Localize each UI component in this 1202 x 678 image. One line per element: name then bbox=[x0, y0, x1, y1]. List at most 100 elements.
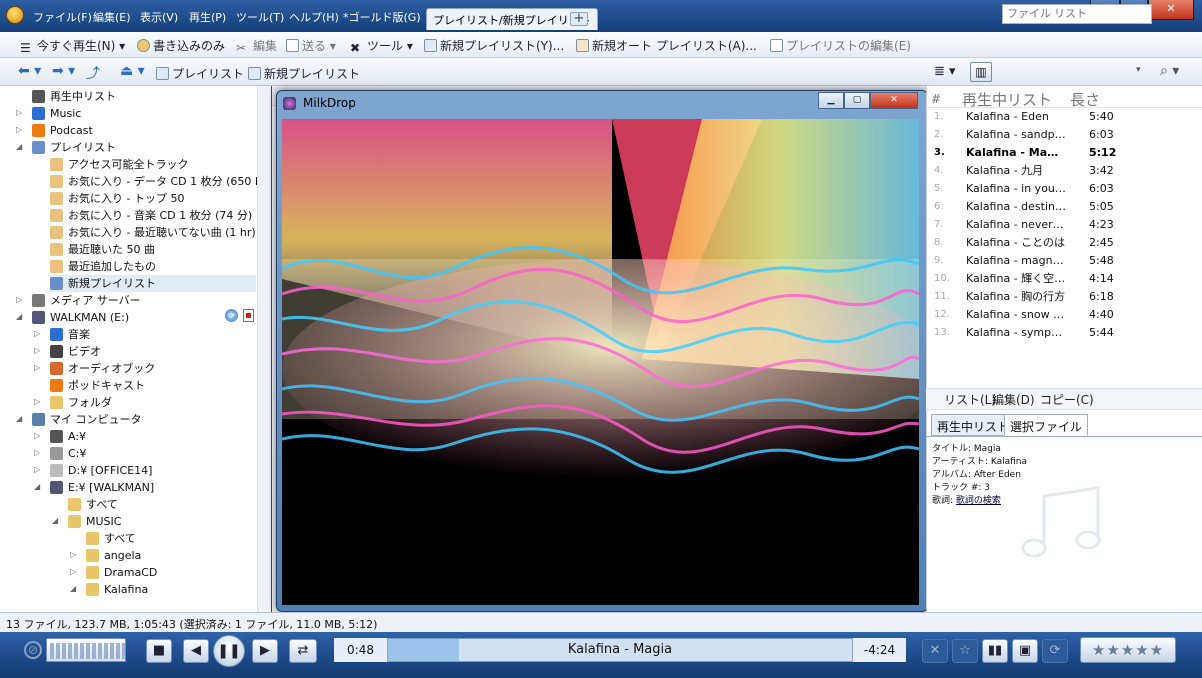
tree-item[interactable]: マイ コンピュータ bbox=[32, 411, 142, 428]
tree-expander-icon[interactable]: ◢ bbox=[16, 312, 22, 321]
milkdrop-minimize-button[interactable]: ▁ bbox=[818, 92, 844, 109]
next-button[interactable]: ▶ bbox=[252, 639, 278, 663]
menu-item-1[interactable]: 編集(E) bbox=[93, 9, 131, 25]
new-playlist-button[interactable]: 新規プレイリスト(Y)... bbox=[424, 37, 564, 54]
tree-item[interactable]: Kalafina bbox=[86, 581, 148, 598]
tree-expander-icon[interactable]: ▷ bbox=[16, 108, 22, 117]
tree-item[interactable]: 再生中リスト bbox=[32, 88, 116, 105]
tree-expander-icon[interactable]: ▷ bbox=[34, 397, 40, 406]
tree-item[interactable]: お気に入り - 音楽 CD 1 枚分 (74 分) bbox=[50, 207, 252, 224]
forward-button[interactable]: ➡ ▾ bbox=[52, 63, 75, 79]
tree-item[interactable]: お気に入り - 最近聴いてない曲 (1 hr) bbox=[50, 224, 256, 241]
mini-player-button[interactable]: ▣ bbox=[1012, 639, 1038, 663]
panel-menu-copy[interactable]: コピー(C) bbox=[1040, 391, 1094, 408]
edit-playlist-button[interactable]: プレイリストの編集(E) bbox=[770, 37, 911, 54]
tree-expander-icon[interactable]: ◢ bbox=[16, 414, 22, 423]
stop-button[interactable]: ■ bbox=[146, 639, 172, 663]
milkdrop-close-button[interactable]: ✕ bbox=[870, 92, 918, 109]
tree-item[interactable]: DramaCD bbox=[86, 564, 157, 581]
search-button[interactable]: ⌕ ▾ bbox=[1160, 63, 1179, 79]
tree-expander-icon[interactable]: ◢ bbox=[34, 482, 40, 491]
lyrics-search-link[interactable]: 歌詞の検索 bbox=[956, 496, 1001, 506]
tree-item[interactable]: プレイリスト bbox=[32, 139, 116, 156]
playlist-row[interactable]: 9. Kalafina - magnolia 5:48 bbox=[926, 252, 1202, 270]
tree-item[interactable]: 最近追加したもの bbox=[50, 258, 156, 275]
milkdrop-visualization[interactable] bbox=[282, 119, 919, 605]
playlist-row[interactable]: 6. Kalafina - destination 5:05 bbox=[926, 198, 1202, 216]
tree-expander-icon[interactable]: ◢ bbox=[52, 516, 58, 525]
edit-button[interactable]: ✂ 編集 bbox=[236, 37, 277, 55]
filelist-dropdown-icon[interactable]: ▾ bbox=[1136, 65, 1141, 75]
menu-item-0[interactable]: ファイル(F) bbox=[33, 9, 92, 25]
tree-expander-icon[interactable]: ▷ bbox=[34, 465, 40, 474]
remaining-time[interactable]: -4:24 bbox=[852, 638, 906, 662]
tree-item[interactable]: 音楽 bbox=[50, 326, 90, 343]
tree-item[interactable]: 新規プレイリスト bbox=[50, 275, 256, 292]
tree-expander-icon[interactable]: ▷ bbox=[16, 295, 22, 304]
panel-menu-list[interactable]: リスト(L) bbox=[944, 391, 996, 408]
send-button[interactable]: 送る ▾ bbox=[286, 37, 336, 54]
tree-expander-icon[interactable]: ▷ bbox=[70, 567, 76, 576]
app-logo-icon[interactable] bbox=[6, 6, 24, 24]
tree-item[interactable]: お気に入り - トップ 50 bbox=[50, 190, 184, 207]
tree-item[interactable]: メディア サーバー bbox=[32, 292, 141, 309]
tree-expander-icon[interactable]: ◢ bbox=[70, 584, 76, 593]
header-title[interactable]: 再生中リスト bbox=[962, 89, 1052, 110]
favorite-button[interactable]: ☆ bbox=[952, 639, 978, 663]
playlist-row[interactable]: 12. Kalafina - snow falling 4:40 bbox=[926, 306, 1202, 324]
column-view-button[interactable]: ▥ bbox=[970, 62, 992, 82]
tree-item[interactable]: 最近聴いた 50 曲 bbox=[50, 241, 155, 258]
tree-item[interactable]: angela bbox=[86, 547, 141, 564]
playlist-row[interactable]: 13. Kalafina - symphonia 5:44 bbox=[926, 324, 1202, 342]
tools-button[interactable]: ✖ ツール ▾ bbox=[350, 37, 413, 55]
sync-icon[interactable]: ⟳ bbox=[225, 309, 238, 322]
view-options-button[interactable]: ≣ ▾ bbox=[934, 64, 956, 79]
tree-expander-icon[interactable]: ▷ bbox=[34, 346, 40, 355]
tree-item[interactable]: ビデオ bbox=[50, 343, 101, 360]
tree-item[interactable]: すべて bbox=[68, 496, 118, 513]
tree-scrollbar[interactable] bbox=[257, 86, 271, 612]
breadcrumb-new-playlist[interactable]: 新規プレイリスト bbox=[248, 65, 360, 82]
header-length[interactable]: 長さ bbox=[1070, 89, 1100, 110]
playlist-row[interactable]: 2. Kalafina - sandpiper 6:03 bbox=[926, 126, 1202, 144]
tree-item[interactable]: Podcast bbox=[32, 122, 93, 139]
previous-button[interactable]: ◀ bbox=[183, 639, 209, 663]
no-visualization-icon[interactable]: ⊘ bbox=[24, 641, 42, 659]
tree-expander-icon[interactable]: ▷ bbox=[34, 329, 40, 338]
add-tab-button[interactable]: + bbox=[570, 12, 588, 26]
playlist-row[interactable]: 10. Kalafina - 輝く空の静寂には 4:14 bbox=[926, 270, 1202, 288]
playlist-row[interactable]: 5. Kalafina - in your eyes 6:03 bbox=[926, 180, 1202, 198]
tree-item[interactable]: Music bbox=[32, 105, 81, 122]
menu-item-4[interactable]: ツール(T) bbox=[236, 9, 284, 25]
rating-stars[interactable]: ★★★★★ bbox=[1080, 637, 1176, 663]
burn-button[interactable]: 書き込みのみ bbox=[137, 37, 225, 54]
tree-item[interactable]: お気に入り - データ CD 1 枚分 (650 MB) bbox=[50, 173, 257, 190]
menu-item-5[interactable]: ヘルプ(H) bbox=[289, 9, 339, 25]
new-auto-playlist-button[interactable]: 新規オート プレイリスト(A)... bbox=[576, 37, 757, 54]
playlist-row[interactable]: 7. Kalafina - neverending 4:23 bbox=[926, 216, 1202, 234]
tab-now-playing[interactable]: 再生中リスト bbox=[931, 414, 1016, 436]
tab-selected-file[interactable]: 選択ファイル bbox=[1004, 414, 1089, 436]
equalizer-button[interactable]: ▮▮ bbox=[982, 639, 1008, 663]
tree-item[interactable]: E:¥ [WALKMAN] bbox=[50, 479, 154, 496]
tree-item[interactable]: アクセス可能全トラック bbox=[50, 156, 188, 173]
panel-menu-edit[interactable]: 編集(D) bbox=[992, 391, 1035, 408]
tree-expander-icon[interactable]: ▷ bbox=[34, 431, 40, 440]
remove-button[interactable]: ✕ bbox=[922, 639, 948, 663]
breadcrumb-playlist[interactable]: プレイリスト ▾ bbox=[156, 65, 254, 82]
tree-item[interactable]: フォルダ bbox=[50, 394, 112, 411]
tree-item[interactable]: MUSIC bbox=[68, 513, 121, 530]
tree-expander-icon[interactable]: ▷ bbox=[16, 125, 22, 134]
menu-item-3[interactable]: 再生(P) bbox=[189, 9, 226, 25]
shuffle-button[interactable]: ⇄ bbox=[289, 639, 317, 663]
tree-expander-icon[interactable]: ◢ bbox=[16, 142, 22, 151]
back-button[interactable]: ⬅ ▾ bbox=[18, 63, 41, 79]
breadcrumb-root-button[interactable]: ⏏ ▾ bbox=[120, 63, 145, 79]
tree-item[interactable]: C:¥ bbox=[50, 445, 86, 462]
tree-item[interactable]: D:¥ [OFFICE14] bbox=[50, 462, 152, 479]
tree-item[interactable]: A:¥ bbox=[50, 428, 86, 445]
playlist-row[interactable]: 11. Kalafina - 胸の行方 6:18 bbox=[926, 288, 1202, 306]
playlist-row[interactable]: 3. Kalafina - Magia 5:12 bbox=[926, 144, 1202, 162]
playlist-row[interactable]: 1. Kalafina - Eden 5:40 bbox=[926, 108, 1202, 126]
tree-item[interactable]: WALKMAN (E:) bbox=[32, 309, 129, 326]
